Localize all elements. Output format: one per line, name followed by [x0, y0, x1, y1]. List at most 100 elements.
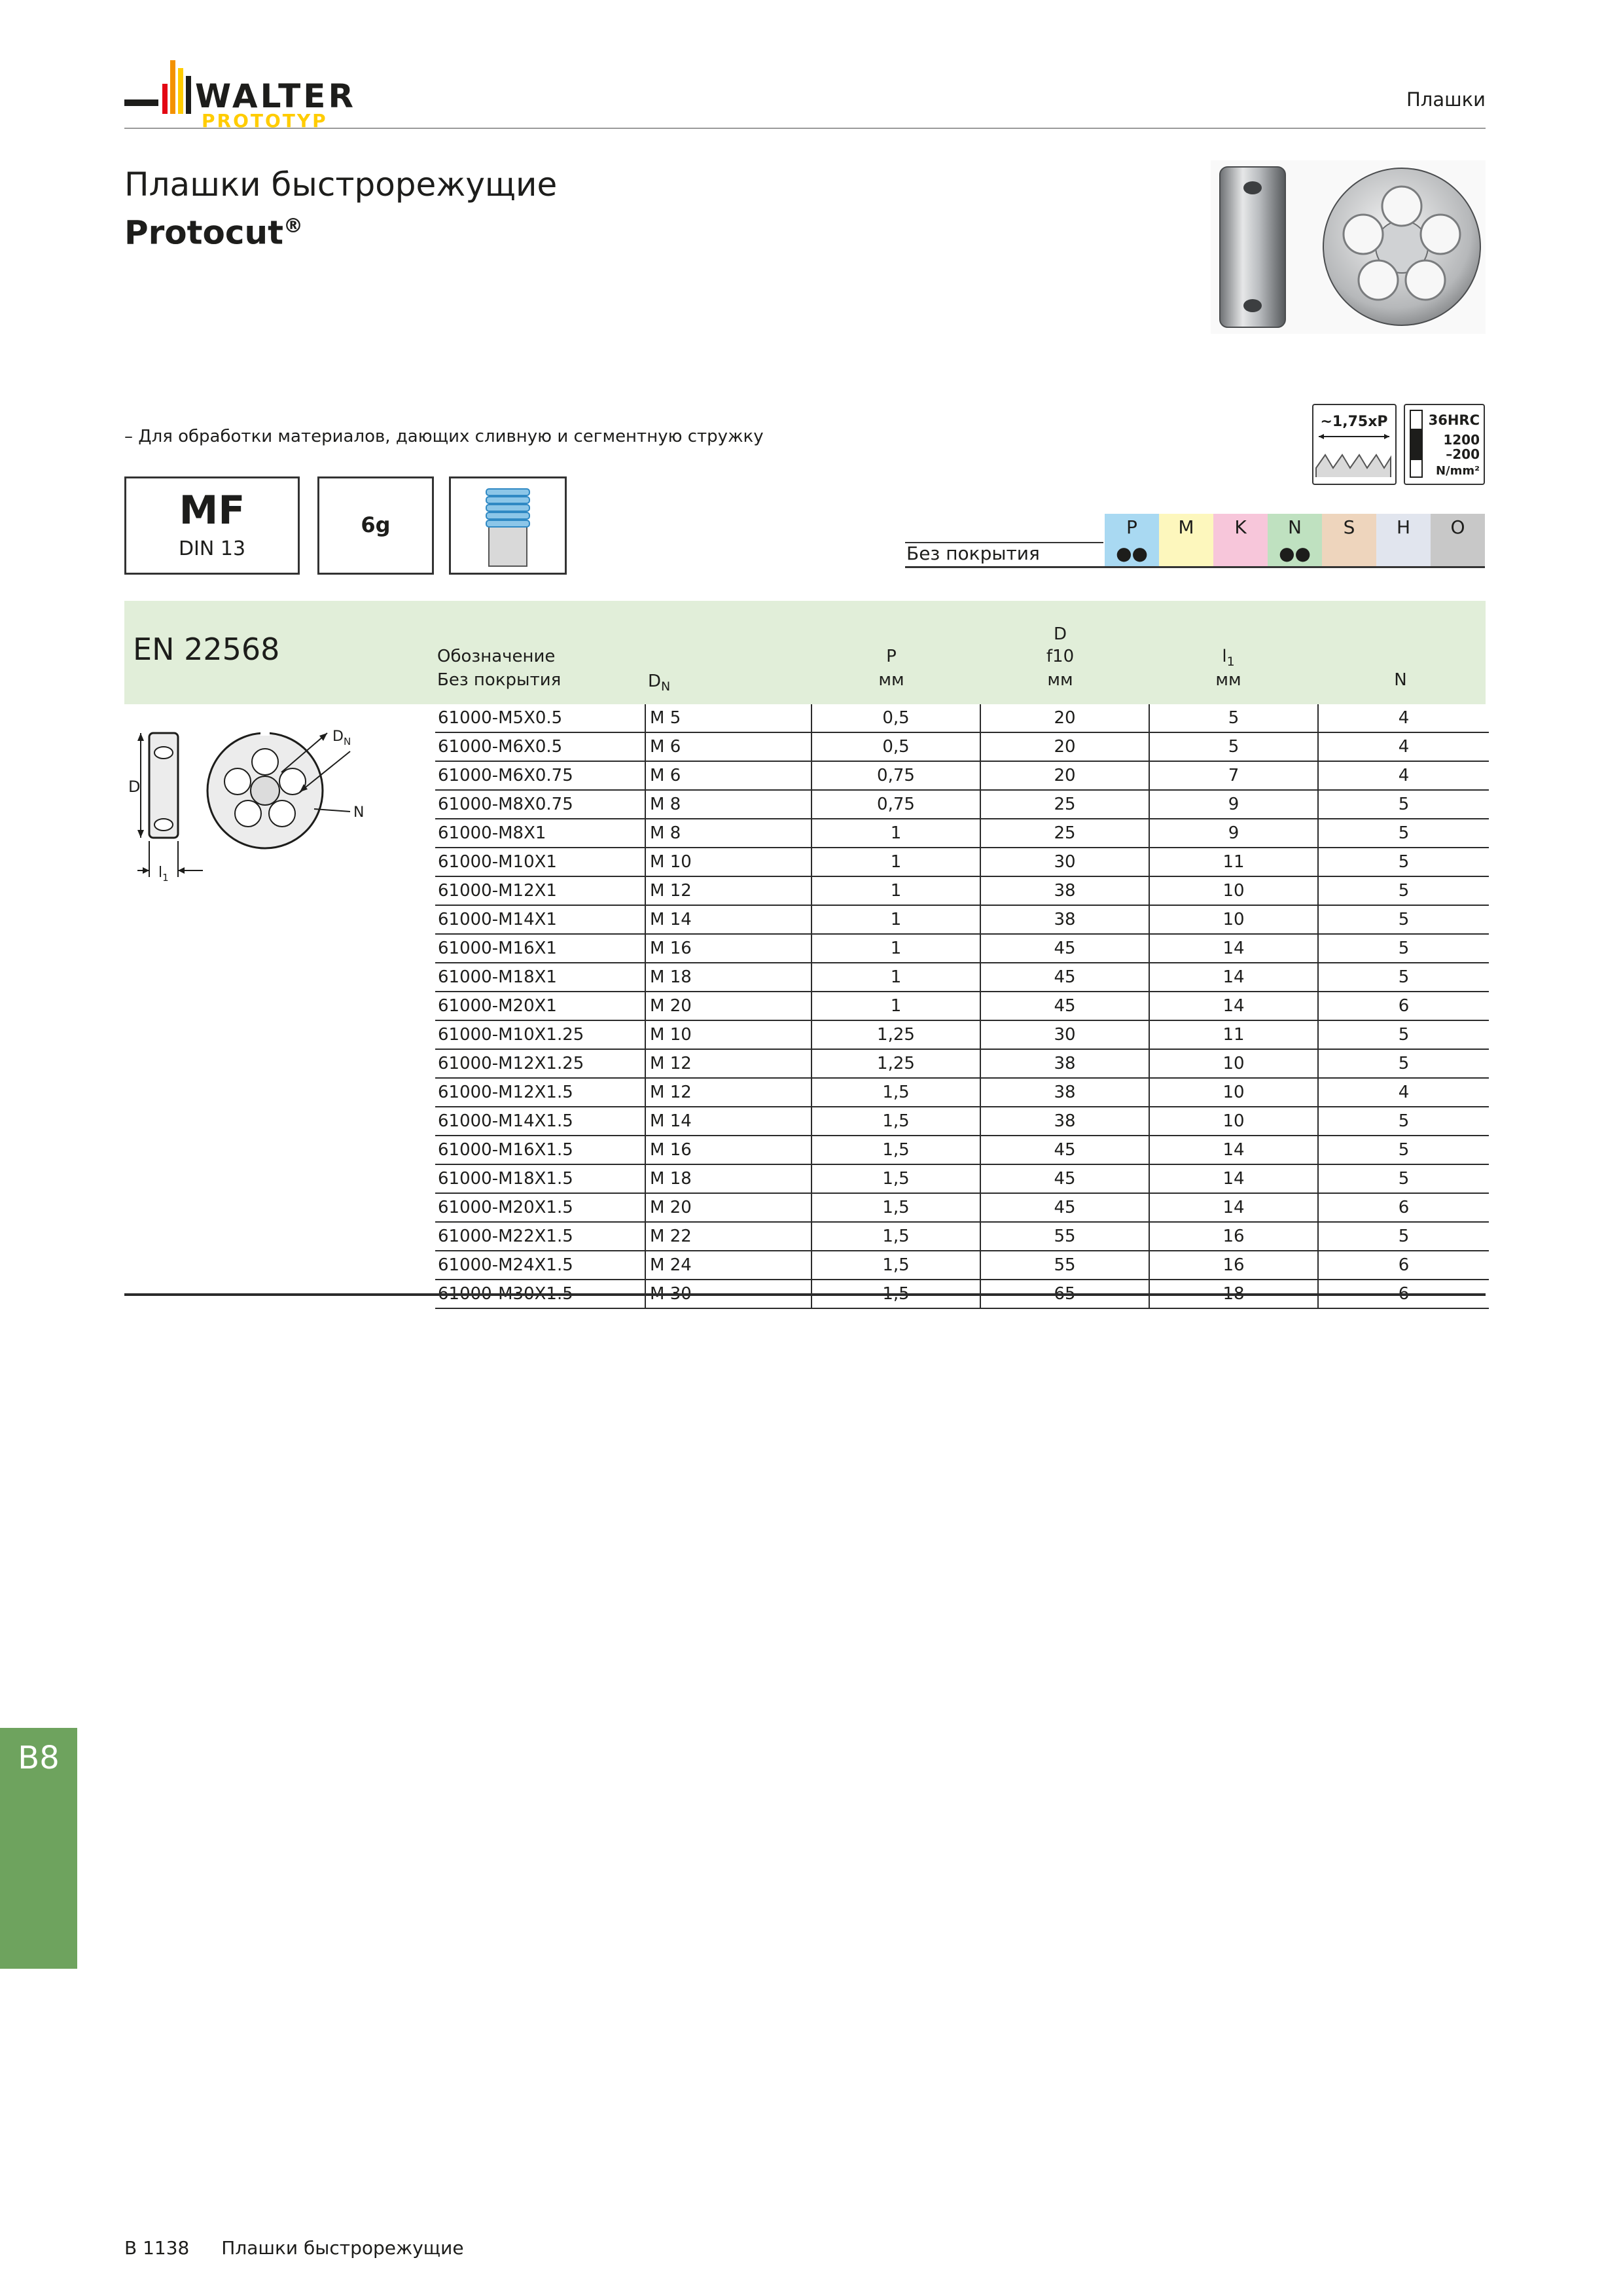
material-groups-table: P M K N S H O Без покрытия ●● ●●: [905, 514, 1485, 568]
cell-p: 1: [811, 963, 980, 992]
header-rule: [124, 128, 1486, 129]
col-l1-unit: мм: [1215, 670, 1241, 690]
product-table-body: 61000-M5X0.5 M 5 0,5 20 5 4 61000-M6X0.5 M 6 0,5…: [435, 704, 1489, 1309]
external-thread-icon: [486, 488, 530, 567]
cell-p: 0,75: [811, 790, 980, 819]
table-row: 61000-M10X1.25 M 10 1,25 30 11 5: [435, 1020, 1489, 1050]
page-footer: B 1138 Плашки быстрорежущие: [124, 2237, 490, 2259]
table-row: 61000-M14X1.5 M 14 1,5 38 10 5: [435, 1107, 1489, 1136]
cell-l1: 10: [1149, 1107, 1318, 1136]
product-table: 61000-M5X0.5 M 5 0,5 20 5 4 61000-M6X0.5 M 6 0,5…: [435, 704, 1489, 1309]
chapter-tab: B8: [0, 1728, 77, 1969]
cell-l1: 11: [1149, 848, 1318, 877]
cell-n: 5: [1317, 1107, 1489, 1136]
suitability-o: [1431, 540, 1485, 568]
table-row: 61000-M20X1.5 M 20 1,5 45 14 6: [435, 1193, 1489, 1223]
suitability-s: [1322, 540, 1376, 568]
cell-d: 55: [980, 1222, 1149, 1251]
cell-n: 4: [1317, 704, 1489, 733]
cell-designation: 61000-M8X1: [435, 819, 645, 848]
cell-dn: M 16: [645, 934, 812, 963]
cell-p: 1,25: [811, 1049, 980, 1079]
col-d-tolerance: f10: [1046, 647, 1075, 666]
page-title: Плашки быстрорежущие Protocut®: [124, 164, 557, 254]
cell-n: 5: [1317, 1136, 1489, 1165]
cell-dn: M 12: [645, 1049, 812, 1079]
pitch-label: ~1,75xP: [1320, 414, 1387, 430]
col-designation-1: Обозначение: [437, 647, 556, 666]
thread-standard: DIN 13: [178, 537, 246, 560]
cell-l1: 14: [1149, 1193, 1318, 1223]
hardness-hrc: 36HRC: [1429, 412, 1480, 428]
cell-n: 5: [1317, 848, 1489, 877]
cell-l1: 10: [1149, 905, 1318, 935]
table-row: 61000-M12X1.5 M 12 1,5 38 10 4: [435, 1078, 1489, 1107]
cell-designation: 61000-M24X1.5: [435, 1251, 645, 1280]
cell-dn: M 8: [645, 819, 812, 848]
hardness-unit: N/mm²: [1436, 464, 1480, 478]
footer-title: Плашки быстрорежущие: [221, 2237, 464, 2259]
cell-d: 45: [980, 934, 1149, 963]
cell-d: 45: [980, 1193, 1149, 1223]
cell-p: 1,5: [811, 1136, 980, 1165]
tolerance-box: 6g: [317, 476, 434, 575]
cell-dn: M 10: [645, 1020, 812, 1050]
cell-p: 0,5: [811, 732, 980, 762]
cell-d: 38: [980, 1049, 1149, 1079]
cell-p: 0,5: [811, 704, 980, 733]
col-n: N: [1394, 670, 1407, 690]
cell-p: 1: [811, 848, 980, 877]
cell-dn: M 14: [645, 1107, 812, 1136]
material-groups-header: P M K N S H O: [905, 514, 1485, 540]
walter-prototyp-logo: WALTER PROTOTYP: [124, 60, 353, 132]
table-row: 61000-M6X0.75 M 6 0,75 20 7 4: [435, 761, 1489, 791]
table-row: 61000-M12X1 M 12 1 38 10 5: [435, 876, 1489, 906]
table-row: 61000-M16X1 M 16 1 45 14 5: [435, 934, 1489, 963]
cell-dn: M 18: [645, 1164, 812, 1194]
cell-l1: 5: [1149, 704, 1318, 733]
cell-l1: 7: [1149, 761, 1318, 791]
cell-n: 4: [1317, 732, 1489, 762]
cell-d: 45: [980, 963, 1149, 992]
cell-l1: 16: [1149, 1251, 1318, 1280]
col-p-unit: мм: [878, 670, 904, 690]
tolerance-class: 6g: [361, 512, 391, 537]
cell-l1: 16: [1149, 1222, 1318, 1251]
table-row: 61000-M24X1.5 M 24 1,5 55 16 6: [435, 1251, 1489, 1280]
cell-d: 30: [980, 1020, 1149, 1050]
cell-dn: M 5: [645, 704, 812, 733]
table-row: 61000-M18X1 M 18 1 45 14 5: [435, 963, 1489, 992]
cell-dn: M 12: [645, 876, 812, 906]
cell-p: 1: [811, 905, 980, 935]
cell-designation: 61000-M6X0.5: [435, 732, 645, 762]
material-group-n: N: [1268, 514, 1322, 540]
thread-pitch-icon: ~1,75xP: [1312, 404, 1397, 485]
suitability-k: [1213, 540, 1268, 568]
table-bottom-rule-right: [435, 1293, 1486, 1296]
diagram-label-n: N: [353, 804, 364, 821]
cell-designation: 61000-M18X1: [435, 963, 645, 992]
coating-row: Без покрытия ●● ●●: [905, 540, 1485, 568]
cell-l1: 9: [1149, 819, 1318, 848]
cell-designation: 61000-M12X1.25: [435, 1049, 645, 1079]
cell-dn: M 22: [645, 1222, 812, 1251]
cell-n: 5: [1317, 963, 1489, 992]
suitability-p: ●●: [1105, 540, 1159, 568]
cell-d: 38: [980, 876, 1149, 906]
cell-dn: M 6: [645, 732, 812, 762]
cell-designation: 61000-M20X1.5: [435, 1193, 645, 1223]
feature-text: – Для обработки материалов, дающих сливн…: [124, 427, 764, 446]
cell-n: 5: [1317, 934, 1489, 963]
cell-l1: 10: [1149, 1049, 1318, 1079]
table-row: 61000-M16X1.5 M 16 1,5 45 14 5: [435, 1136, 1489, 1165]
cell-dn: M 6: [645, 761, 812, 791]
cell-dn: M 24: [645, 1251, 812, 1280]
cell-designation: 61000-M14X1: [435, 905, 645, 935]
material-group-p: P: [1105, 514, 1159, 540]
standard-label: EN 22568: [133, 632, 280, 667]
title-line1: Плашки быстрорежущие: [124, 166, 558, 204]
cell-n: 5: [1317, 905, 1489, 935]
cell-l1: 10: [1149, 1078, 1318, 1107]
hardness-val1: 1200: [1443, 432, 1480, 448]
col-p: P: [886, 647, 897, 666]
